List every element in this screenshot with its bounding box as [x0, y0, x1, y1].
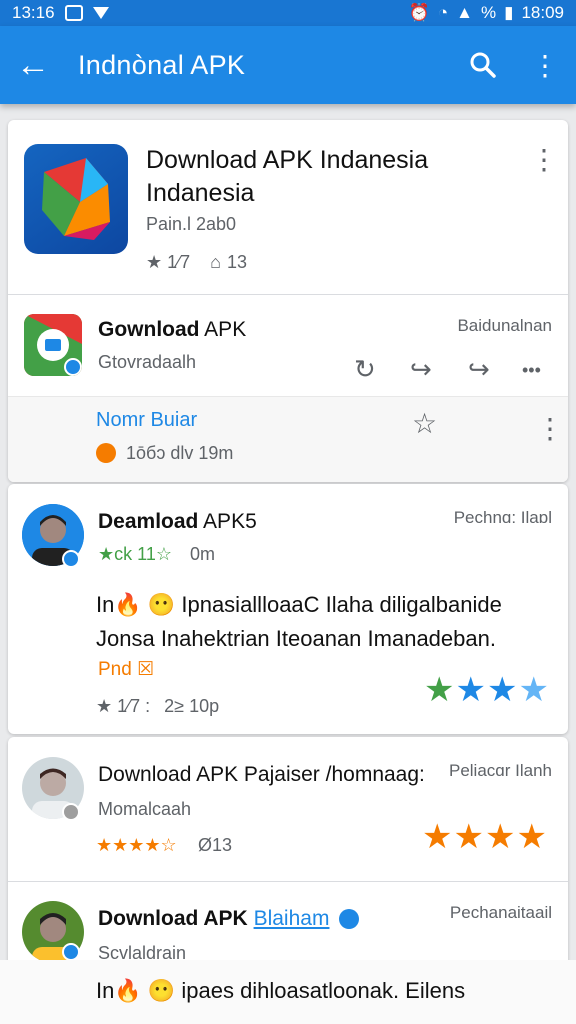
bottom-text: In🔥 😶 ipaes dihloasatloonak. Eilens: [96, 978, 466, 1003]
shield-icon: ⌂: [210, 252, 222, 272]
review-body-line1: In🔥 😶 IpnasiallloaaC Ilaha diligalbanide: [96, 592, 502, 617]
verified-check-icon: [339, 909, 360, 930]
refresh-button[interactable]: ↻: [354, 354, 376, 385]
app-row-subtitle: Gtovradaalh: [98, 352, 197, 372]
app-row-title[interactable]: Gownload APK: [98, 318, 246, 342]
review-stars: ★★★★: [422, 817, 548, 857]
share-icon: ↪: [468, 354, 490, 384]
more-vert-icon: ⋮: [531, 49, 559, 81]
review-side-label: Peliacɑr Ilanh: [448, 761, 552, 780]
divider: [8, 294, 568, 295]
search-button[interactable]: [452, 26, 514, 104]
status-clock: 18:09: [521, 3, 564, 22]
reply-button[interactable]: ↪: [410, 354, 432, 385]
review-tag[interactable]: Pnd ☒: [98, 658, 154, 681]
star-outline-icon: ☆: [412, 408, 438, 439]
star-icon: ★: [486, 671, 519, 709]
search-icon: [470, 52, 496, 78]
review-card: Download APK Pajaiser /homnaag: Peliacɑr…: [8, 737, 568, 967]
featured-publisher: Pain.l 2ab0: [146, 214, 237, 234]
meta-info: 1ōбɔ dlv 19m: [126, 443, 234, 463]
author-link[interactable]: Blaiham: [254, 907, 330, 930]
featured-downloads: 13: [227, 252, 248, 272]
star-icon: ★: [516, 818, 548, 856]
alarm-icon: ⏰: [408, 3, 430, 22]
meta-name-link[interactable]: Nomr Buiar: [96, 409, 197, 432]
meta-more-button[interactable]: ⋮: [536, 415, 564, 443]
verified-badge-icon: [64, 358, 82, 376]
more-vert-icon: ⋮: [530, 144, 558, 175]
more-horiz-icon: •••: [522, 360, 541, 380]
review-body-line2: Jonsa Inahektrian Iteoanan Imanadeban.: [96, 626, 496, 651]
image-notification-icon: [64, 5, 83, 21]
signal-icon: ▲: [456, 3, 473, 22]
star-icon: ★: [518, 671, 550, 709]
review-side-label: Pechnɑ: Ilaɒl: [453, 508, 552, 527]
review-card: Deamload APK5 Pechnɑ: Ilaɒl ★ck 11☆ 0m I…: [8, 484, 568, 734]
verified-badge-icon: [62, 943, 80, 961]
star-button[interactable]: ☆: [412, 407, 437, 440]
review-stats: ★ 1⁄7 : 2≥ 10p: [96, 696, 219, 717]
vpn-shield-icon: [92, 7, 109, 19]
app-row-side-label: Baidunalnan: [457, 316, 552, 335]
more-actions-button[interactable]: •••: [522, 360, 541, 381]
review-comments: 2≥ 10p: [164, 696, 220, 716]
featured-card: Download APK Indanesia Indanesia Pain.l …: [8, 120, 568, 482]
star-icon: ★: [424, 671, 456, 709]
battery-icon: ▮: [504, 3, 514, 22]
meta-row: Nomr Buiar 1ōбɔ dlv 19m ☆ ⋮: [8, 397, 568, 482]
orange-dot-icon: [96, 443, 116, 463]
star-icon: ★: [422, 818, 454, 856]
review-rating: ★ck 11☆: [98, 544, 172, 564]
star-icon: ★: [455, 671, 487, 709]
review-subtitle: Momalcaah: [98, 799, 192, 819]
featured-more-button[interactable]: ⋮: [530, 146, 558, 174]
app-row-icon[interactable]: [24, 314, 82, 376]
back-button[interactable]: ←: [0, 26, 66, 104]
app-logo-icon[interactable]: [24, 144, 128, 254]
review-author[interactable]: Deamload APK5: [98, 510, 257, 534]
featured-stats: ★ 1⁄7 ⌂ 13: [146, 252, 247, 273]
star-icon: ★: [484, 818, 517, 856]
review-time: 0m: [190, 544, 216, 564]
featured-rating: ★ 1⁄7: [146, 252, 191, 272]
refresh-icon: ↻: [354, 354, 376, 384]
featured-title[interactable]: Download APK Indanesia Indanesia: [146, 144, 506, 210]
status-time: 13:16: [12, 3, 55, 22]
review-rating-short: ★ 1⁄7 :: [96, 696, 151, 716]
more-vert-icon: ⋮: [536, 413, 564, 444]
share-button[interactable]: ↪: [468, 354, 490, 385]
status-bar: 13:16 ⏰ ◔ ▲ % ▮ 18:09: [0, 0, 576, 26]
badge-icon: [62, 803, 80, 821]
reply-icon: ↪: [410, 354, 432, 384]
review-count: Ø13: [198, 835, 233, 855]
review-author[interactable]: Download APK Pajaiser /homnaag:: [98, 763, 425, 787]
battery-percent: %: [480, 3, 497, 22]
review-side-label: Pechanaitaail: [449, 903, 552, 922]
overflow-menu-button[interactable]: ⋮: [514, 26, 576, 104]
review-stars: ★★★★: [424, 670, 550, 710]
app-bar: ← Indnònal APK ⋮: [0, 26, 576, 104]
back-arrow-icon: ←: [16, 45, 50, 84]
verified-badge-icon: [62, 550, 80, 568]
star-icon: ★: [453, 818, 485, 856]
review-author[interactable]: Download APK Blaiham: [98, 907, 360, 931]
app-bar-title: Indnònal APK: [78, 49, 246, 80]
wifi-icon: ◔: [437, 3, 449, 22]
review-rating: ★★★★☆: [96, 835, 177, 855]
divider: [8, 881, 568, 882]
